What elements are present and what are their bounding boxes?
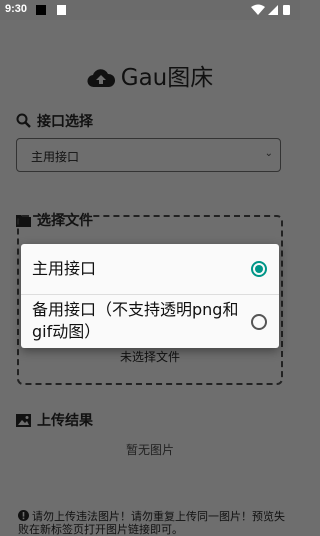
- status-bar: 9:30: [0, 0, 300, 20]
- signal-icon: [268, 5, 278, 15]
- notification-a-icon: [57, 5, 66, 15]
- app-title: Gau图床: [0, 58, 300, 92]
- battery-icon: [283, 5, 290, 15]
- dialog-divider: [21, 294, 279, 295]
- app-title-text: Gau图床: [120, 65, 214, 91]
- status-icons: [251, 4, 290, 15]
- cloud-upload-icon: [87, 69, 115, 88]
- main-content: Gau图床 接口选择 主用接口 ⌄ 选择文件 未选择文件 上传结果 暂无图片 请…: [0, 20, 300, 536]
- option-primary-radio[interactable]: [251, 261, 267, 277]
- status-time: 9:30: [5, 3, 28, 15]
- option-primary-label[interactable]: 主用接口: [32, 258, 96, 280]
- interface-section-label: 接口选择: [16, 111, 93, 131]
- chevron-down-icon: ⌄: [264, 148, 273, 159]
- option-backup-label[interactable]: 备用接口（不支持透明png和gif动图）: [32, 299, 247, 343]
- image-icon: [16, 414, 31, 427]
- notification-square-icon: [36, 5, 46, 15]
- search-icon: [16, 113, 31, 128]
- interface-select-value: 主用接口: [31, 150, 80, 164]
- result-section-text: 上传结果: [37, 413, 93, 429]
- result-section-label: 上传结果: [16, 410, 93, 430]
- interface-dialog: 主用接口 备用接口（不支持透明png和gif动图）: [21, 244, 279, 348]
- option-backup-radio[interactable]: [251, 314, 267, 330]
- alert-icon: [18, 510, 29, 521]
- notice-message: 请勿上传违法图片！请勿重复上传同一图片！预览失败在新标签页打开图片链接即可。: [18, 510, 285, 536]
- notice-text: 请勿上传违法图片！请勿重复上传同一图片！预览失败在新标签页打开图片链接即可。: [18, 510, 288, 536]
- interface-section-text: 接口选择: [37, 114, 93, 130]
- interface-select[interactable]: 主用接口 ⌄: [16, 138, 281, 172]
- no-file-text: 未选择文件: [119, 350, 180, 364]
- no-image-text: 暂无图片: [125, 443, 174, 457]
- wifi-icon: [251, 4, 265, 15]
